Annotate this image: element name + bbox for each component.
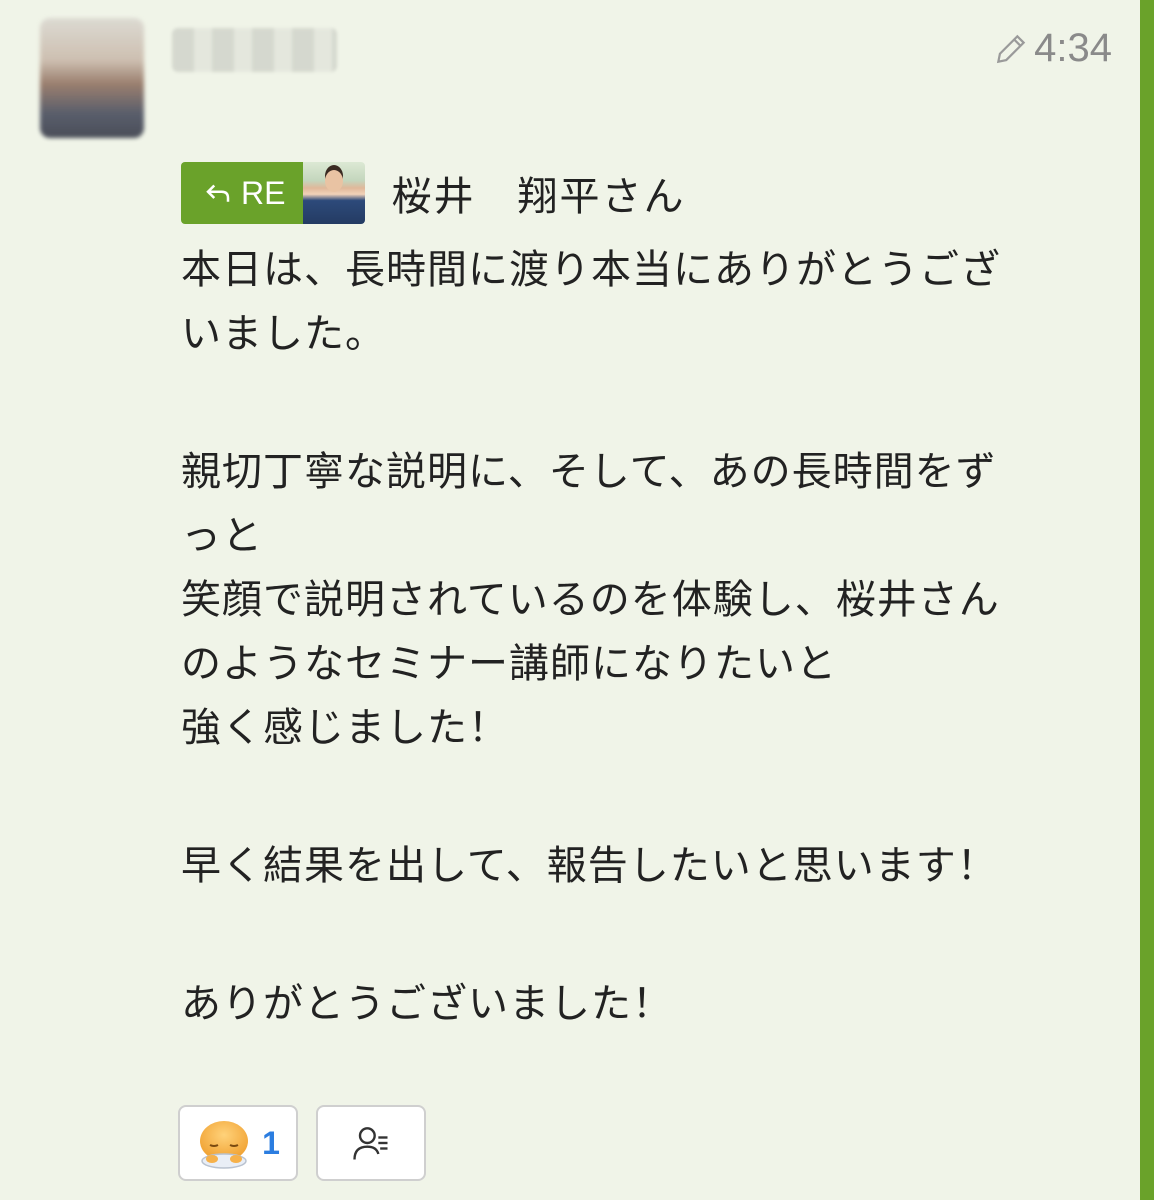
sender-name-blurred — [172, 28, 337, 72]
reply-reference[interactable]: RE 桜井 翔平さん — [181, 162, 685, 224]
reaction-bar: 1 — [178, 1105, 426, 1181]
readers-button[interactable] — [316, 1105, 426, 1181]
reply-user-name: 桜井 翔平さん — [391, 174, 686, 220]
message-line: のようなセミナー講師になりたいと — [181, 641, 837, 687]
right-accent-bar — [1140, 0, 1154, 1200]
reaction-count: 1 — [262, 1124, 280, 1161]
message-line: いました。 — [181, 311, 386, 357]
reply-user-photo — [303, 162, 366, 224]
message-line: っと — [181, 513, 263, 559]
message-line: 本日は、長時間に渡り本当にありがとうござ — [181, 247, 1001, 293]
timestamp-text: 4:34 — [1034, 26, 1112, 70]
timestamp: 4:34 — [992, 26, 1112, 71]
sender-avatar[interactable] — [40, 18, 144, 138]
message-line: 強く感じました！ — [181, 705, 509, 751]
re-badge[interactable]: RE — [181, 162, 304, 224]
re-badge-label: RE — [241, 174, 286, 211]
readers-list-icon — [353, 1127, 388, 1160]
message-body: 本日は、長時間に渡り本当にありがとうござ いました。 親切丁寧な説明に、そして、… — [181, 238, 1081, 1036]
message-line: 早く結果を出して、報告したいと思います！ — [181, 843, 998, 889]
bowing-face-emoji-icon — [200, 1121, 249, 1169]
reply-arrow-icon — [206, 184, 230, 202]
emoji-reaction-button[interactable]: 1 — [178, 1105, 298, 1181]
message-line: ありがとうございました！ — [181, 981, 673, 1027]
message-line: 親切丁寧な説明に、そして、あの長時間をず — [181, 449, 997, 495]
pencil-icon — [997, 34, 1026, 63]
message-line: 笑顔で説明されているのを体験し、桜井さん — [181, 577, 1000, 623]
